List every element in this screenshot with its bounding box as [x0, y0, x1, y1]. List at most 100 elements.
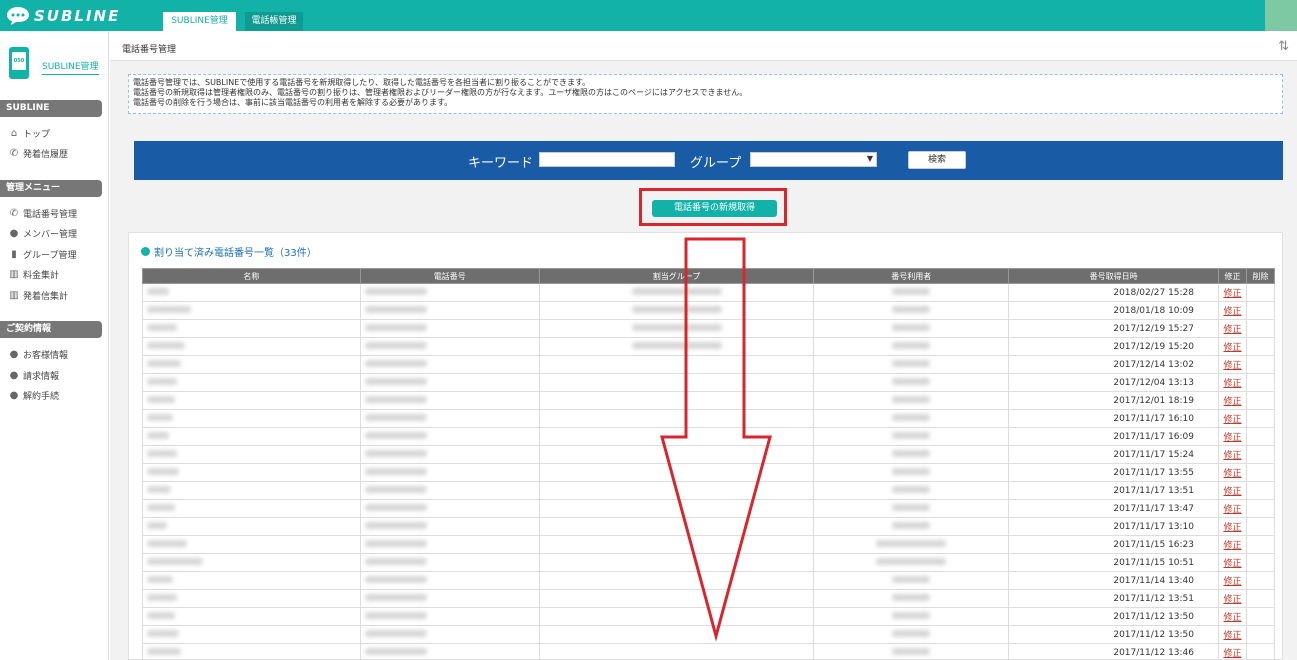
sidebar-item-call-summary[interactable]: ▥ 発着信集計 — [8, 289, 68, 302]
sidebar-title[interactable]: SUBLINE管理 — [42, 59, 99, 75]
cell-edit[interactable]: 修正 — [1218, 355, 1247, 374]
table-row: 2017/11/17 15:24 修正 — [142, 445, 1276, 464]
cell-edit[interactable]: 修正 — [1218, 499, 1247, 518]
cell-edit[interactable]: 修正 — [1218, 643, 1247, 660]
sidebar-item-members[interactable]: ● メンバー管理 — [8, 227, 77, 240]
cell-user — [813, 625, 1010, 644]
cell-edit[interactable]: 修正 — [1218, 283, 1247, 302]
new-number-button[interactable]: 電話番号の新規取得 — [652, 200, 777, 217]
cell-name — [142, 589, 361, 608]
redacted-text — [364, 305, 427, 313]
table-row: 2017/12/14 13:02 修正 — [142, 355, 1276, 374]
redacted-text — [147, 377, 177, 385]
tab-subline-admin[interactable]: SUBLINE管理 — [163, 12, 236, 31]
cell-date: 2017/12/19 15:27 — [1008, 319, 1220, 338]
numbers-table: 名称 電話番号 割当グループ 番号利用者 番号取得日時 修正 削除 2018/0… — [142, 268, 1276, 660]
edit-link[interactable]: 修正 — [1223, 487, 1241, 497]
edit-link[interactable]: 修正 — [1223, 325, 1241, 335]
cell-edit[interactable]: 修正 — [1218, 625, 1247, 644]
cell-edit[interactable]: 修正 — [1218, 319, 1247, 338]
refresh-icon[interactable]: ⇅ — [1278, 39, 1289, 54]
cell-edit[interactable]: 修正 — [1218, 481, 1247, 500]
sidebar-item-phone-numbers[interactable]: ✆ 電話番号管理 — [8, 207, 77, 220]
cell-edit[interactable]: 修正 — [1218, 445, 1247, 464]
redacted-text — [892, 341, 931, 349]
redacted-text — [147, 557, 203, 565]
edit-link[interactable]: 修正 — [1223, 577, 1241, 587]
edit-link[interactable]: 修正 — [1223, 631, 1241, 641]
cell-group — [538, 463, 815, 482]
edit-link[interactable]: 修正 — [1223, 361, 1241, 371]
edit-link[interactable]: 修正 — [1223, 307, 1241, 317]
cell-edit[interactable]: 修正 — [1218, 391, 1247, 410]
cell-edit[interactable]: 修正 — [1218, 301, 1247, 320]
date-text: 2017/11/12 13:50 — [1113, 629, 1195, 640]
edit-link[interactable]: 修正 — [1223, 343, 1241, 353]
sidebar-item-cancellation[interactable]: ● 解約手続 — [8, 389, 59, 402]
cell-edit[interactable]: 修正 — [1218, 409, 1247, 428]
sidebar-item-customer-info[interactable]: ● お客様情報 — [8, 348, 68, 361]
date-text: 2017/12/19 15:27 — [1113, 323, 1195, 334]
cell-delete — [1245, 643, 1276, 660]
pin-icon: ● — [9, 390, 19, 401]
redacted-text — [892, 359, 931, 367]
cell-number — [359, 301, 540, 320]
redacted-text — [364, 323, 427, 331]
user-menu-box[interactable] — [1265, 0, 1297, 31]
cell-edit[interactable]: 修正 — [1218, 535, 1247, 554]
table-row: 2017/11/14 13:40 修正 — [142, 571, 1276, 590]
edit-link[interactable]: 修正 — [1223, 415, 1241, 425]
cell-group — [538, 337, 815, 356]
cell-edit[interactable]: 修正 — [1218, 427, 1247, 446]
redacted-text — [364, 611, 427, 619]
date-text: 2017/11/17 13:47 — [1113, 503, 1195, 514]
col-header-user: 番号利用者 — [813, 268, 1010, 284]
cell-user — [813, 301, 1010, 320]
edit-link[interactable]: 修正 — [1223, 397, 1241, 407]
search-button[interactable]: 検索 — [908, 151, 966, 169]
edit-link[interactable]: 修正 — [1223, 595, 1241, 605]
sidebar-item-top[interactable]: ⌂ トップ — [8, 127, 50, 140]
edit-link[interactable]: 修正 — [1223, 541, 1241, 551]
cell-group — [538, 517, 815, 536]
cell-edit[interactable]: 修正 — [1218, 463, 1247, 482]
redacted-text — [364, 485, 427, 493]
subline-logo[interactable]: SUBLINE — [6, 5, 146, 27]
cell-name — [142, 391, 361, 410]
redacted-text — [147, 359, 181, 367]
sidebar-item-billing-info[interactable]: ● 請求情報 — [8, 369, 59, 382]
cell-edit[interactable]: 修正 — [1218, 517, 1247, 536]
sidebar-section-admin-menu: 管理メニュー — [0, 180, 102, 197]
edit-link[interactable]: 修正 — [1223, 379, 1241, 389]
edit-link[interactable]: 修正 — [1223, 613, 1241, 623]
cell-delete — [1245, 337, 1276, 356]
cell-edit[interactable]: 修正 — [1218, 373, 1247, 392]
edit-link[interactable]: 修正 — [1223, 451, 1241, 461]
sidebar-item-call-history[interactable]: ✆ 発着信履歴 — [8, 147, 68, 160]
cell-edit[interactable]: 修正 — [1218, 553, 1247, 572]
cell-name — [142, 337, 361, 356]
cell-date: 2017/11/17 15:24 — [1008, 445, 1220, 464]
edit-link[interactable]: 修正 — [1223, 523, 1241, 533]
edit-link[interactable]: 修正 — [1223, 433, 1241, 443]
cell-edit[interactable]: 修正 — [1218, 571, 1247, 590]
cell-user — [813, 427, 1010, 446]
edit-link[interactable]: 修正 — [1223, 469, 1241, 479]
cell-date: 2017/11/15 16:23 — [1008, 535, 1220, 554]
table-row: 2018/01/18 10:09 修正 — [142, 301, 1276, 320]
cell-edit[interactable]: 修正 — [1218, 589, 1247, 608]
cell-edit[interactable]: 修正 — [1218, 337, 1247, 356]
edit-link[interactable]: 修正 — [1223, 289, 1241, 299]
edit-link[interactable]: 修正 — [1223, 559, 1241, 569]
redacted-text — [147, 575, 173, 583]
tab-phonebook-admin[interactable]: 電話帳管理 — [245, 12, 303, 31]
edit-link[interactable]: 修正 — [1223, 505, 1241, 515]
sidebar-item-billing-summary[interactable]: ▥ 料金集計 — [8, 268, 59, 281]
cell-edit[interactable]: 修正 — [1218, 607, 1247, 626]
cell-number — [359, 517, 540, 536]
keyword-input[interactable] — [539, 152, 675, 167]
group-select[interactable]: ▼ — [750, 152, 877, 167]
edit-link[interactable]: 修正 — [1223, 649, 1241, 659]
sidebar-item-groups[interactable]: ▮ グループ管理 — [8, 248, 76, 261]
cell-user — [813, 607, 1010, 626]
